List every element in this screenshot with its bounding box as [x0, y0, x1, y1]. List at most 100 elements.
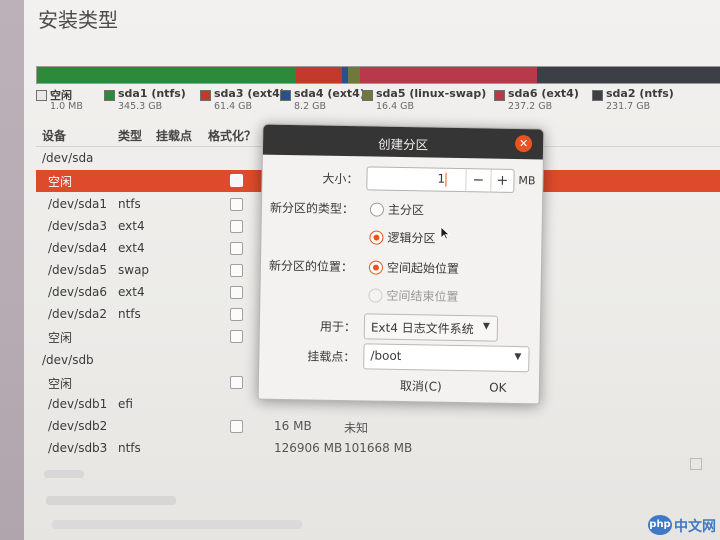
disk-legend: 空闲 1.0 MB sda1 (ntfs) 345.3 GB sda3 (ext4) 61…: [36, 87, 720, 116]
location-label: 新分区的位置：: [268, 258, 354, 275]
legend-name: sda1 (ntfs): [118, 87, 186, 100]
header-mount[interactable]: 挂载点: [156, 127, 192, 144]
radio-location-start-label[interactable]: 空间起始位置: [387, 259, 459, 277]
page-title: 安装类型: [38, 8, 118, 32]
radio-logical-label[interactable]: 逻辑分区: [387, 229, 435, 247]
row-type: swap: [118, 263, 150, 277]
legend-swatch: [362, 90, 373, 101]
blurred-text: [52, 520, 302, 529]
row-used: 未知: [344, 421, 369, 435]
legend-size: 1.0 MB: [50, 101, 83, 112]
size-value[interactable]: 1: [437, 172, 445, 186]
format-checkbox[interactable]: [230, 174, 243, 187]
row-type: ntfs: [118, 197, 141, 211]
size-unit: MB: [518, 174, 536, 188]
header-device[interactable]: 设备: [42, 127, 66, 144]
radio-location-end[interactable]: [368, 288, 383, 303]
legend-size: 237.2 GB: [508, 101, 553, 112]
legend-swatch: [280, 90, 291, 101]
row-device: /dev/sdb: [42, 353, 94, 367]
radio-location-start[interactable]: [368, 260, 384, 275]
table-row[interactable]: /dev/sdb3 ntfs 126906 MB 101668 MB: [36, 438, 720, 460]
mount-point-combo[interactable]: /boot ▼: [363, 343, 530, 373]
row-device: /dev/sda6: [48, 285, 108, 299]
blurred-text: [46, 496, 176, 505]
create-partition-dialog: 创建分区 ✕ 大小： 1 − + MB 新分区的类型： 主分区 逻辑分区 新分区…: [257, 123, 545, 405]
disk-bar-segment: [347, 67, 361, 83]
legend-swatch: [36, 90, 47, 101]
legend-swatch: [104, 90, 115, 101]
format-checkbox[interactable]: [230, 220, 243, 233]
dialog-titlebar[interactable]: 创建分区 ✕: [262, 124, 544, 160]
row-device: 空闲: [48, 331, 73, 345]
format-checkbox[interactable]: [230, 420, 243, 433]
dropdown-arrow-icon[interactable]: ▼: [514, 352, 521, 362]
dropdown-arrow-icon: ▼: [482, 321, 490, 332]
ok-button[interactable]: OK: [473, 376, 523, 399]
row-device: 空闲: [48, 175, 73, 189]
format-checkbox[interactable]: [230, 242, 243, 255]
row-type: ntfs: [118, 441, 141, 455]
use-as-dropdown[interactable]: Ext4 日志文件系统 ▼: [363, 313, 499, 342]
legend-name: sda6 (ext4): [508, 87, 579, 100]
cancel-button[interactable]: 取消(C): [391, 375, 451, 398]
row-type: ntfs: [118, 307, 141, 321]
radio-primary-label[interactable]: 主分区: [388, 201, 424, 219]
radio-logical[interactable]: [369, 230, 384, 245]
desktop-edge: [0, 0, 24, 540]
blurred-text: [44, 470, 84, 478]
use-label: 用于：: [319, 319, 357, 335]
row-device: 空闲: [48, 377, 73, 391]
row-device: /dev/sda4: [48, 241, 108, 255]
row-device: /dev/sda5: [48, 263, 108, 277]
dialog-title: 创建分区: [377, 136, 429, 153]
mouse-pointer-icon: [440, 226, 450, 240]
disk-bar-segment: [360, 67, 538, 83]
radio-location-end-label[interactable]: 空间结束位置: [386, 287, 458, 305]
radio-primary[interactable]: [369, 202, 385, 217]
disk-bar-segment: [37, 67, 296, 83]
table-row[interactable]: /dev/sdb2 16 MB 未知: [36, 416, 720, 438]
size-spinbox[interactable]: 1 − +: [366, 166, 515, 193]
format-checkbox[interactable]: [230, 264, 243, 277]
legend-name: sda2 (ntfs): [606, 87, 674, 100]
dimmed-checkbox: [690, 458, 702, 470]
format-checkbox[interactable]: [230, 330, 243, 343]
legend-name: sda5 (linux-swap): [376, 87, 487, 100]
decrement-button[interactable]: −: [467, 170, 489, 190]
legend-name: sda3 (ext4): [214, 87, 285, 100]
watermark-text: 中文网: [674, 519, 716, 535]
row-device: /dev/sdb2: [48, 419, 108, 433]
legend-size: 16.4 GB: [376, 101, 415, 112]
row-used: 101668 MB: [344, 441, 413, 455]
mount-label: 挂载点：: [307, 349, 356, 365]
disk-bar-segment: [537, 67, 720, 83]
legend-size: 61.4 GB: [214, 101, 253, 112]
header-format[interactable]: 格式化？: [208, 127, 256, 144]
disk-bar-segment: [295, 67, 342, 83]
row-device: /dev/sdb3: [48, 441, 108, 455]
header-type[interactable]: 类型: [118, 127, 142, 144]
format-checkbox[interactable]: [230, 308, 243, 321]
legend-swatch: [200, 90, 211, 101]
legend-size: 8.2 GB: [294, 101, 327, 112]
use-as-value: Ext4 日志文件系统: [370, 320, 474, 337]
watermark-logo: php: [648, 515, 672, 535]
row-type: efi: [118, 397, 133, 411]
format-checkbox[interactable]: [230, 376, 243, 389]
legend-name: sda4 (ext4): [294, 87, 365, 100]
row-device: /dev/sdb1: [48, 397, 108, 411]
increment-button[interactable]: +: [491, 171, 513, 191]
row-type: ext4: [118, 241, 145, 255]
format-checkbox[interactable]: [230, 198, 243, 211]
row-device: /dev/sda2: [48, 307, 108, 321]
format-checkbox[interactable]: [230, 286, 243, 299]
row-type: ext4: [118, 219, 145, 233]
row-device: /dev/sda: [42, 151, 94, 165]
legend-swatch: [494, 90, 505, 101]
installer-screen: 安装类型 空闲 1.0 MB sda1 (ntfs) 345.3 GB sda3 (ex…: [0, 0, 720, 540]
row-device: /dev/sda1: [48, 197, 108, 211]
legend-size: 231.7 GB: [606, 101, 651, 112]
mount-point-value[interactable]: /boot: [370, 348, 401, 363]
row-size: 16 MB: [274, 419, 312, 433]
